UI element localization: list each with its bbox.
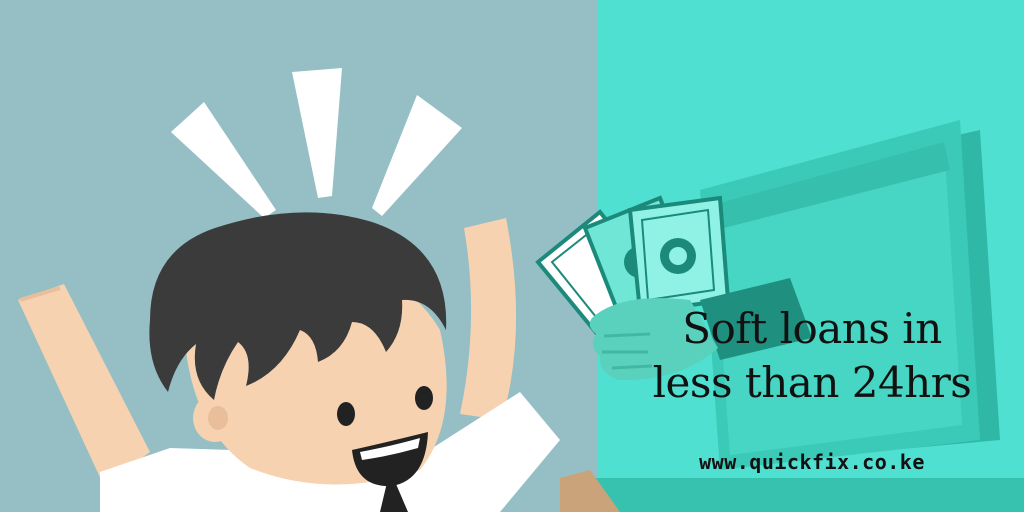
banner: Soft loans in less than 24hrs www.quickf… [0, 0, 1024, 512]
headline-line-2: less than 24hrs [652, 358, 972, 407]
headline: Soft loans in less than 24hrs [600, 302, 1024, 410]
banner-illustration [0, 0, 1024, 512]
website-url: www.quickfix.co.ke [699, 450, 925, 474]
headline-line-1: Soft loans in [682, 304, 942, 353]
